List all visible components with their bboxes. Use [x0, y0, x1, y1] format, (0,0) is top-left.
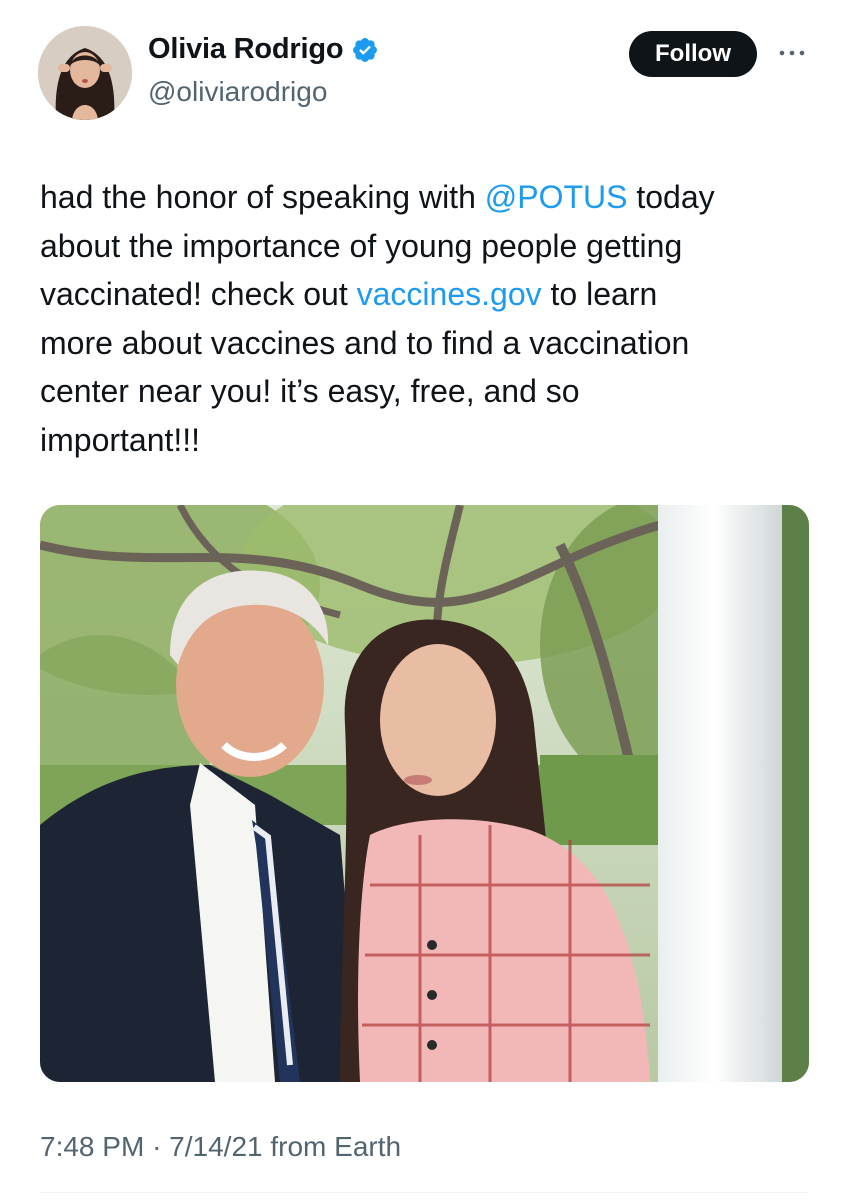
tweet-source: from Earth — [270, 1131, 402, 1162]
avatar-image — [38, 26, 132, 120]
verified-badge-icon — [351, 36, 379, 64]
url-link-vaccines-gov[interactable]: vaccines.gov — [357, 276, 542, 312]
tweet-line: important!!! — [40, 416, 820, 465]
tweet-line: center near you! it’s easy, free, and so — [40, 367, 820, 416]
follow-button[interactable]: Follow — [629, 31, 757, 77]
tweet-time[interactable]: 7:48 PM — [40, 1131, 144, 1162]
tweet-line: vaccinated! check out vaccines.gov to le… — [40, 270, 820, 319]
display-name[interactable]: Olivia Rodrigo — [148, 33, 344, 66]
tweet-text-segment: today — [627, 179, 715, 215]
tweet-text-segment: more about vaccines and to find a vaccin… — [40, 324, 690, 361]
tweet-text-segment: about the importance of young people get… — [40, 227, 683, 264]
tweet-line: had the honor of speaking with @POTUS to… — [40, 173, 820, 222]
tweet-meta: 7:48 PM · 7/14/21 from Earth — [40, 1131, 401, 1163]
divider — [40, 1192, 809, 1193]
photo-image — [40, 505, 809, 1082]
tweet-text-segment: vaccinated! check out — [40, 276, 357, 312]
more-options-icon[interactable] — [776, 44, 808, 62]
avatar[interactable] — [38, 26, 132, 120]
tweet-text-segment: had the honor of speaking with — [40, 179, 485, 215]
tweet-date[interactable]: 7/14/21 — [169, 1131, 262, 1162]
author-name-row: Olivia Rodrigo — [148, 33, 379, 66]
tweet-text: had the honor of speaking with @POTUS to… — [40, 173, 820, 464]
meta-separator: · — [152, 1131, 162, 1162]
mention-link-potus[interactable]: @POTUS — [485, 179, 628, 215]
author-handle[interactable]: @oliviarodrigo — [148, 76, 327, 108]
tweet-text-segment: important!!! — [40, 421, 201, 458]
tweet-text-segment: center near you! it’s easy, free, and so — [40, 373, 580, 409]
tweet-photo[interactable] — [40, 505, 809, 1082]
tweet-line: about the importance of young people get… — [40, 222, 820, 271]
tweet-line: more about vaccines and to find a vaccin… — [40, 319, 820, 368]
tweet-text-segment: to learn — [541, 276, 658, 312]
